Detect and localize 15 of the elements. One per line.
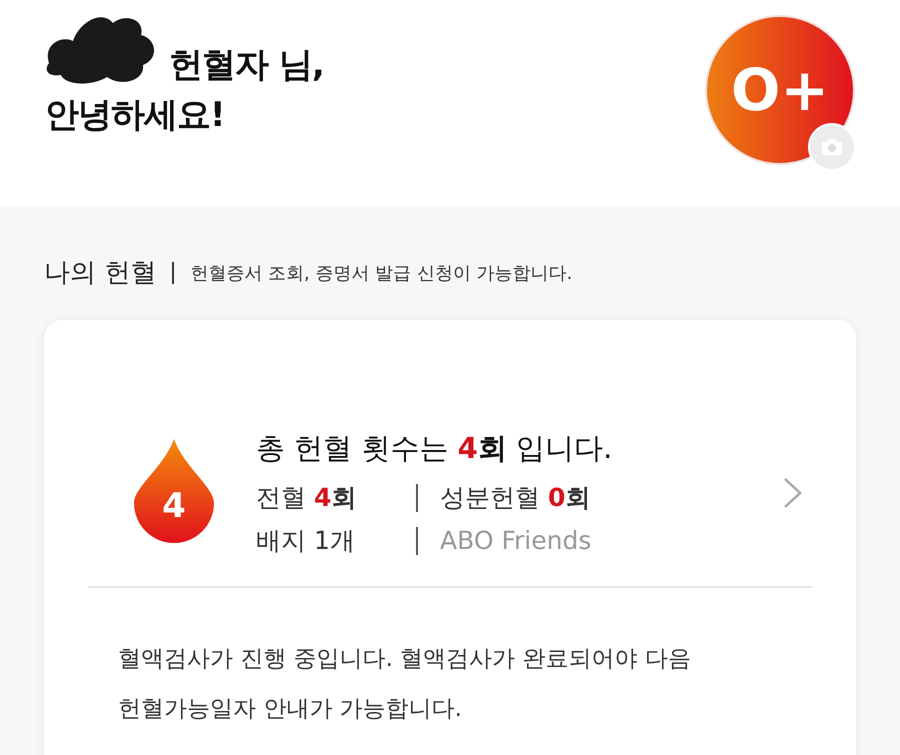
blood-drop-icon: 4 (132, 437, 216, 543)
stat-count: 성분헌혈 0회 (440, 482, 590, 514)
notice-text: 혈액검사가 진행 중입니다. 혈액검사가 완료되어야 다음 헌혈가능일자 안내가 가능합니다. (117, 645, 692, 724)
group-name: ABO Friends (440, 526, 592, 555)
badge-count: 배지 1개 (256, 525, 355, 557)
donation-card[interactable]: 4 총 헌혈 횟수는 4회 입니다. 전혈 4회 성분헌혈 0회 배지 1개 ABO Friends 혈액검사가 진행 중입니다. 혈액검사가 완료되어야 다음 헌혈가능일자 안내가 가능합니다. (44, 320, 856, 755)
blood-type-avatar[interactable]: O+ (705, 15, 855, 165)
section-description: 헌혈증서 조회, 증명서 발급 신청이 가능합니다. (190, 262, 572, 284)
chevron-right-icon[interactable] (782, 476, 804, 510)
total-count-text: 총 헌혈 횟수는 4회 입니다. (256, 430, 614, 467)
section-title: 나의 헌혈 (44, 257, 156, 290)
camera-icon (820, 137, 844, 157)
stat-count: 전혈 4회 (256, 482, 356, 514)
greeting-text: 안녕하세요! (45, 94, 226, 137)
greeting-text: 헌혈자 님, (169, 44, 324, 87)
